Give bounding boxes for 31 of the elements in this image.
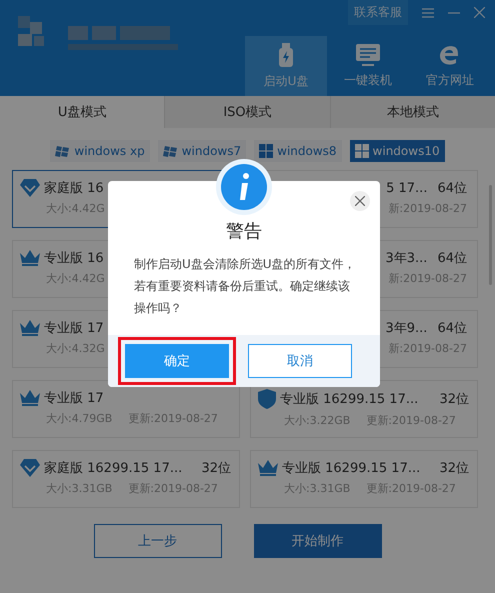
edition-title: 家庭版 16299.15 17... — [44, 460, 182, 477]
edition-title: 3年3... — [386, 250, 428, 267]
bit-label: 32位 — [439, 391, 469, 408]
bit-label: 64位 — [437, 180, 467, 197]
update-date: 更新:2019-08-27 — [366, 481, 456, 496]
edition-title: 专业版 16299.15 17... — [280, 391, 418, 408]
bit-label: 32位 — [439, 460, 469, 477]
size-text: 大小:3.31GB — [46, 481, 112, 496]
edition-title: 3年9... — [386, 320, 428, 337]
update-date: 更新:2019-08-27 — [366, 413, 456, 428]
update-date: 新:2019-08-27 — [388, 271, 467, 286]
bit-label: 32位 — [201, 460, 231, 477]
size-text: 大小:4.42G — [46, 201, 105, 216]
bit-label: 64位 — [437, 320, 467, 337]
edition-title: 专业版 17 — [44, 320, 104, 337]
edition-title: 专业版 16299.15 17... — [282, 460, 420, 477]
edition-title: 5 17... — [386, 180, 428, 196]
update-date: 新:2019-08-27 — [388, 201, 467, 216]
bit-label: 64位 — [437, 250, 467, 267]
size-text: 大小:4.42G — [46, 271, 105, 286]
update-date: 更新:2019-08-27 — [128, 411, 218, 426]
edition-title: 专业版 16 — [44, 250, 104, 267]
edition-title: 专业版 17 — [44, 390, 104, 407]
size-text: 大小:3.22GB — [284, 413, 350, 428]
size-text: 大小:3.31GB — [284, 481, 350, 496]
dialog-message: 制作启动U盘会清除所选U盘的所有文件，若有重要资料请备份后重试。确定继续该操作吗？ — [134, 256, 357, 317]
edition-title: 家庭版 16 — [44, 180, 104, 197]
size-text: 大小:4.79GB — [46, 411, 112, 426]
size-text: 大小:4.32G — [46, 341, 105, 356]
update-date: 新:2019-08-27 — [388, 341, 467, 356]
update-date: 更新:2019-08-27 — [128, 481, 218, 496]
